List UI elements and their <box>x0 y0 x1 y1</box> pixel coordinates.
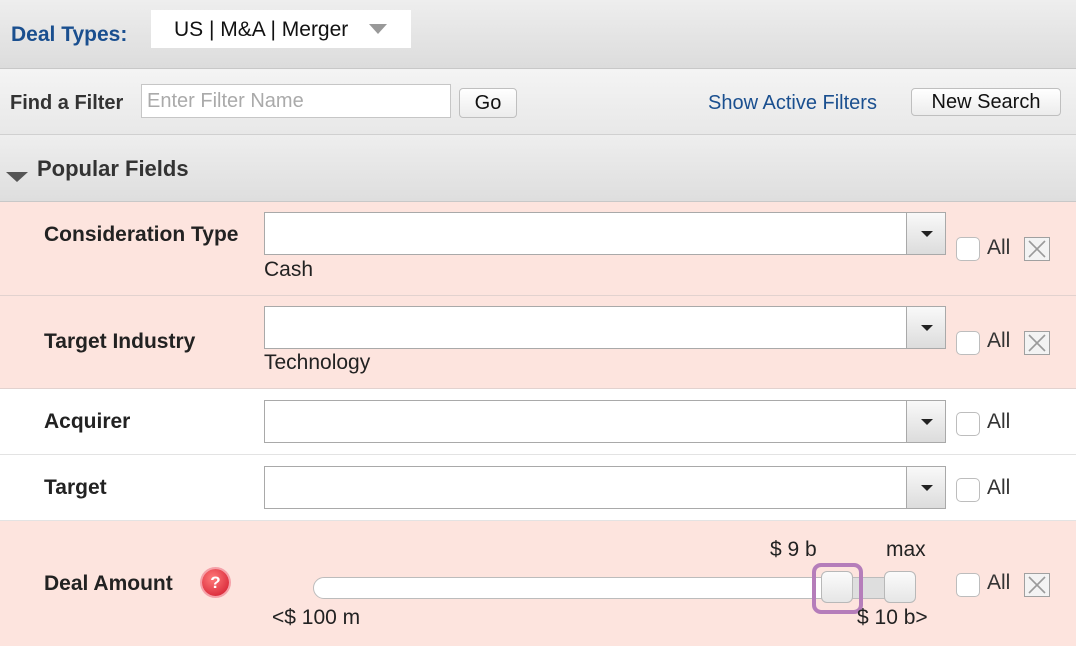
go-button[interactable]: Go <box>459 88 517 118</box>
new-search-button[interactable]: New Search <box>911 88 1061 116</box>
all-label: All <box>987 571 1011 594</box>
all-label: All <box>987 236 1011 259</box>
all-label: All <box>987 476 1011 499</box>
slider-max-handle[interactable] <box>884 571 916 603</box>
row-label: Acquirer <box>44 410 131 433</box>
slider-min-label: <$ 100 m <box>272 606 361 629</box>
target-industry-combobox[interactable] <box>264 306 946 349</box>
target-combobox[interactable] <box>264 466 946 509</box>
all-checkbox[interactable] <box>956 412 980 436</box>
all-label: All <box>987 410 1011 433</box>
acquirer-combobox[interactable] <box>264 400 946 443</box>
help-icon[interactable]: ? <box>202 569 229 596</box>
row-label: Consideration Type <box>44 223 239 246</box>
selected-value: Cash <box>264 258 314 281</box>
clear-filter-icon[interactable] <box>1024 331 1050 355</box>
section-title: Popular Fields <box>37 156 189 181</box>
all-label: All <box>987 329 1011 352</box>
deal-types-value: US | M&A | Merger <box>174 18 349 41</box>
slider-max-label: $ 10 b> <box>857 606 928 629</box>
deal-types-dropdown[interactable]: US | M&A | Merger <box>151 10 411 48</box>
collapse-triangle-icon[interactable] <box>6 172 28 182</box>
all-checkbox[interactable] <box>956 331 980 355</box>
slider-low-value: $ 9 b <box>770 538 817 561</box>
dropdown-arrow-icon[interactable] <box>906 401 945 442</box>
dropdown-arrow-icon[interactable] <box>906 467 945 508</box>
row-label: Deal Amount <box>44 572 173 595</box>
find-filter-label: Find a Filter <box>10 92 124 114</box>
dropdown-arrow-icon[interactable] <box>906 307 945 348</box>
consideration-type-combobox[interactable] <box>264 212 946 255</box>
slider-min-handle[interactable] <box>821 571 853 603</box>
deal-types-bar: Deal Types: US | M&A | Merger <box>0 0 1076 69</box>
row-label: Target <box>44 476 107 499</box>
filter-row-consideration-type: Consideration Type Cash All <box>0 202 1076 296</box>
all-checkbox[interactable] <box>956 573 980 597</box>
selected-value: Technology <box>264 351 371 374</box>
popular-fields-header[interactable]: Popular Fields <box>0 135 1076 202</box>
clear-filter-icon[interactable] <box>1024 237 1050 261</box>
filter-row-deal-amount: Deal Amount ? $ 9 b max <$ 100 m $ 10 b>… <box>0 521 1076 646</box>
slider-high-value: max <box>886 538 926 561</box>
find-filter-bar: Find a Filter Go Show Active Filters New… <box>0 69 1076 135</box>
show-active-filters-link[interactable]: Show Active Filters <box>708 92 877 115</box>
all-checkbox[interactable] <box>956 237 980 261</box>
filter-row-target-industry: Target Industry Technology All <box>0 296 1076 389</box>
clear-filter-icon[interactable] <box>1024 573 1050 597</box>
find-filter-input[interactable] <box>141 84 451 118</box>
row-label: Target Industry <box>44 330 196 353</box>
deal-types-label: Deal Types: <box>11 23 128 46</box>
all-checkbox[interactable] <box>956 478 980 502</box>
filter-row-acquirer: Acquirer All <box>0 389 1076 455</box>
chevron-down-icon <box>369 24 387 34</box>
dropdown-arrow-icon[interactable] <box>906 213 945 254</box>
filter-row-target: Target All <box>0 455 1076 521</box>
